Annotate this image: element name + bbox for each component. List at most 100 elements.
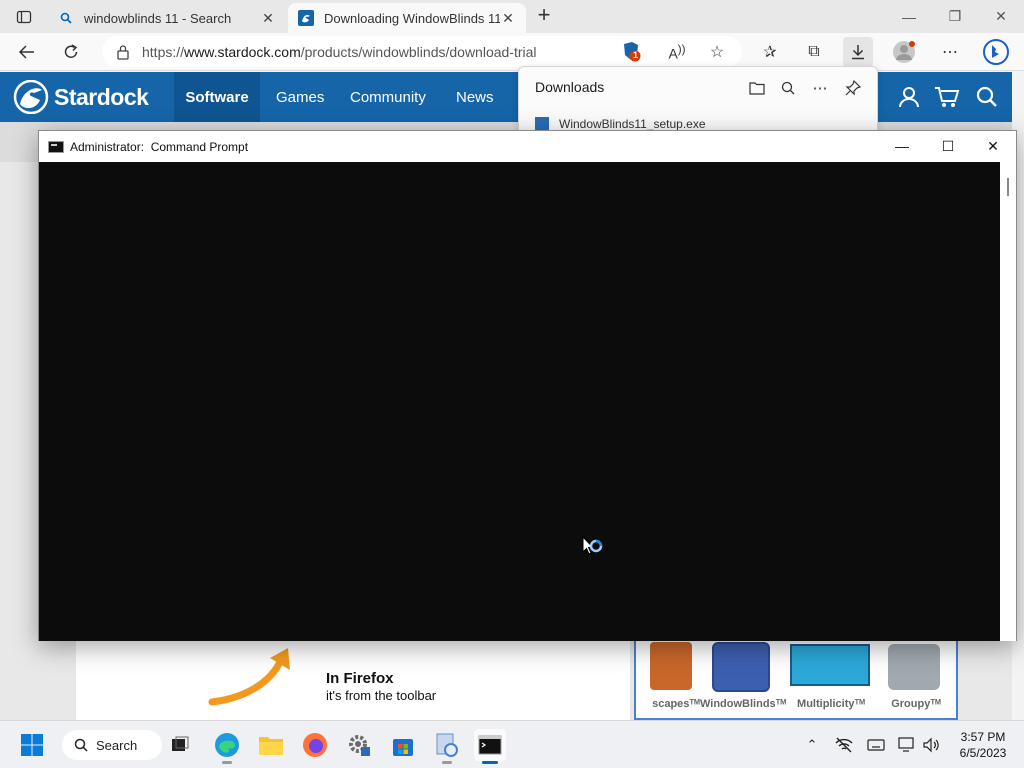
taskbar-search-label: Search — [96, 737, 138, 753]
restore-browser-icon[interactable]: ❐ — [932, 0, 978, 33]
cmd-maximize-icon[interactable]: ☐ — [925, 131, 971, 161]
back-button[interactable] — [12, 37, 42, 67]
refresh-button[interactable] — [56, 37, 86, 67]
console-area[interactable] — [39, 162, 1000, 641]
close-browser-icon[interactable]: ✕ — [978, 0, 1024, 33]
collections-icon: ⧉ — [808, 43, 820, 60]
read-aloud-icon: A)) — [668, 42, 686, 62]
promo-subtext: it's from the toolbar — [326, 688, 437, 703]
cmd-close-icon[interactable]: ✕ — [970, 131, 1016, 161]
running-indicator — [222, 761, 232, 764]
product-multiplicity[interactable]: Multiplicityᵀᴹ — [788, 640, 874, 718]
back-arrow-icon — [18, 45, 34, 59]
pin-icon[interactable] — [842, 77, 864, 99]
download-icon — [852, 45, 864, 60]
tab-title: windowblinds 11 - Search — [84, 10, 232, 26]
keyboard-button[interactable] — [866, 735, 886, 755]
product-icon — [712, 642, 770, 692]
profile-button[interactable] — [889, 37, 919, 67]
taskbar-search[interactable]: Search — [62, 730, 162, 760]
tab-title: Downloading WindowBlinds 11 ( — [324, 10, 500, 26]
url-domain: www.stardock.com — [184, 43, 301, 60]
scrollbar-thumb[interactable] — [1007, 178, 1009, 196]
taskbar-file-explorer[interactable] — [255, 729, 287, 761]
refresh-icon — [64, 44, 78, 58]
clock-date: 6/5/2023 — [959, 746, 1007, 760]
extension-badge-button[interactable]: 1 — [616, 37, 646, 67]
product-strip: scapesᵀᴹ WindowBlindsᵀᴹ Multiplicityᵀᴹ G… — [634, 640, 958, 720]
tab-search[interactable]: windowblinds 11 - Search ✕ — [48, 3, 286, 33]
installer-file-icon — [535, 117, 549, 131]
promo-instructions: In Firefox it's from the toolbar — [300, 640, 630, 720]
taskbar-installer[interactable] — [431, 729, 463, 764]
more-downloads-options-icon[interactable]: ⋯ — [809, 77, 831, 99]
badge-count: 1 — [633, 50, 639, 60]
taskbar-microsoft-store[interactable] — [387, 729, 419, 761]
collections-button[interactable]: ⧉ — [799, 37, 829, 67]
installer-icon — [436, 733, 458, 757]
browser-tab-bar: windowblinds 11 - Search ✕ Downloading W… — [0, 0, 1024, 33]
taskbar: Search ⌃ 3:57 PM 6/5/2023 — [0, 720, 1024, 768]
gear-icon — [349, 735, 370, 756]
tab-actions-button[interactable] — [8, 6, 40, 28]
open-folder-icon[interactable] — [746, 77, 768, 99]
search-icon — [74, 738, 88, 752]
favorite-button[interactable]: ☆ — [702, 37, 732, 67]
url-prefix: https:// — [142, 43, 185, 60]
product-groupy[interactable]: Groupyᵀᴹ — [876, 640, 956, 718]
network-button[interactable] — [834, 735, 854, 755]
product-windowblinds[interactable]: WindowBlindsᵀᴹ — [700, 640, 786, 718]
cmd-window-title: Administrator: Command Prompt — [70, 139, 249, 154]
downloads-button[interactable] — [843, 37, 873, 67]
keyboard-icon — [867, 739, 885, 751]
taskbar-edge[interactable] — [211, 729, 243, 764]
address-bar[interactable]: https://www.stardock.com/products/window… — [102, 36, 742, 67]
brand-name: Stardock — [54, 83, 149, 110]
cmd-titlebar[interactable]: Administrator: Command Prompt — [39, 131, 1016, 162]
search-icon — [58, 10, 74, 26]
new-tab-button[interactable]: + — [532, 4, 556, 28]
read-aloud-button[interactable]: A)) — [662, 37, 692, 67]
display-button[interactable] — [897, 735, 917, 755]
search-downloads-icon[interactable] — [777, 77, 799, 99]
firefox-icon — [303, 733, 327, 757]
console-scrollbar[interactable] — [1000, 162, 1016, 641]
active-indicator — [482, 761, 498, 764]
downloads-title: Downloads — [535, 79, 605, 95]
windows-logo-icon — [21, 734, 43, 756]
taskbar-command-prompt[interactable] — [474, 729, 506, 764]
taskbar-firefox[interactable] — [299, 729, 331, 761]
stardock-favicon-icon — [298, 10, 314, 26]
taskbar-clock[interactable]: 3:57 PM 6/5/2023 — [948, 729, 1018, 761]
download-item[interactable]: WindowBlinds11_setup.exe — [535, 117, 706, 131]
nav-news[interactable]: News — [446, 72, 504, 122]
minimize-browser-icon[interactable]: — — [886, 0, 932, 33]
nav-community[interactable]: Community — [340, 72, 436, 122]
close-tab-icon[interactable]: ✕ — [260, 10, 276, 27]
downloads-flyout: Downloads ⋯ WindowBlinds11_setup.exe — [518, 66, 878, 134]
bing-icon — [983, 39, 1009, 65]
product-label: Multiplicityᵀᴹ — [797, 698, 865, 710]
network-disconnected-icon — [835, 737, 853, 753]
tab-downloading-windowblinds[interactable]: Downloading WindowBlinds 11 ( ✕ — [288, 3, 526, 33]
nav-software[interactable]: Software — [174, 72, 260, 122]
taskbar-settings[interactable] — [343, 729, 375, 761]
more-options-button[interactable]: ⋯ — [935, 37, 965, 67]
site-search-icon[interactable] — [974, 84, 1000, 110]
start-button[interactable] — [16, 729, 48, 761]
ellipsis-icon: ⋯ — [942, 44, 958, 61]
account-icon[interactable] — [896, 84, 922, 110]
volume-button[interactable] — [921, 735, 941, 755]
shield-alert-icon — [624, 42, 641, 62]
close-tab-icon[interactable]: ✕ — [500, 10, 516, 27]
url-text: https://www.stardock.com/products/window… — [142, 44, 537, 60]
cmd-minimize-icon[interactable]: — — [879, 131, 925, 161]
stardock-logo[interactable]: Stardock — [12, 80, 149, 114]
bing-chat-button[interactable] — [981, 37, 1011, 67]
show-hidden-icons-button[interactable]: ⌃ — [802, 735, 822, 755]
nav-games[interactable]: Games — [266, 72, 334, 122]
cart-icon[interactable] — [934, 84, 960, 110]
product-icon — [790, 644, 870, 686]
task-view-button[interactable] — [164, 729, 196, 761]
favorites-button[interactable]: ✰ — [755, 37, 785, 67]
